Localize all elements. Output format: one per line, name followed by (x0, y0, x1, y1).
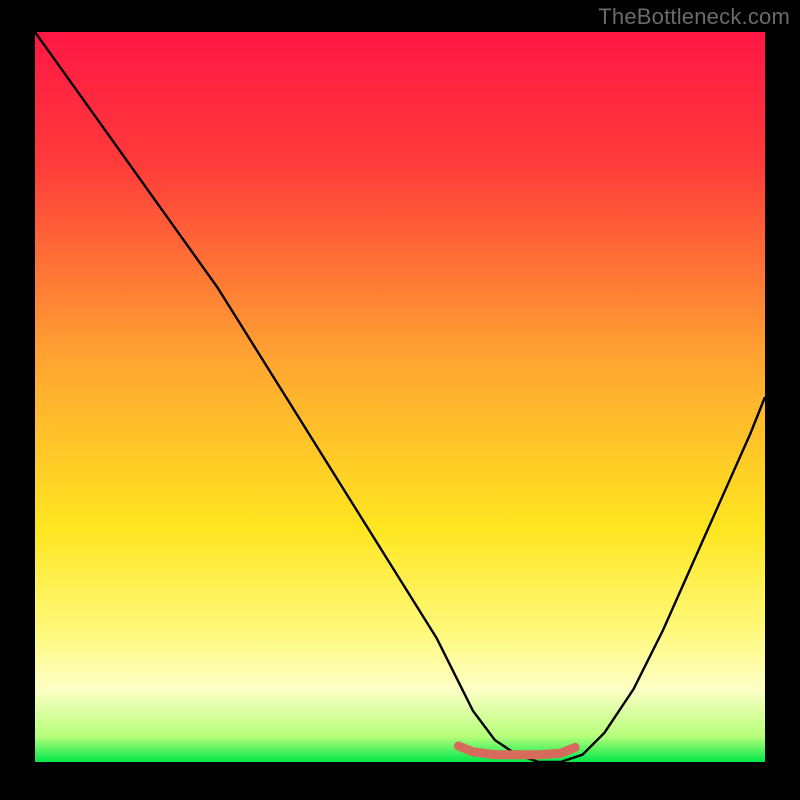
chart-frame: TheBottleneck.com (0, 0, 800, 800)
chart-svg (35, 32, 765, 762)
gradient-background (35, 32, 765, 762)
plot-area (35, 32, 765, 762)
watermark-text: TheBottleneck.com (598, 4, 790, 30)
